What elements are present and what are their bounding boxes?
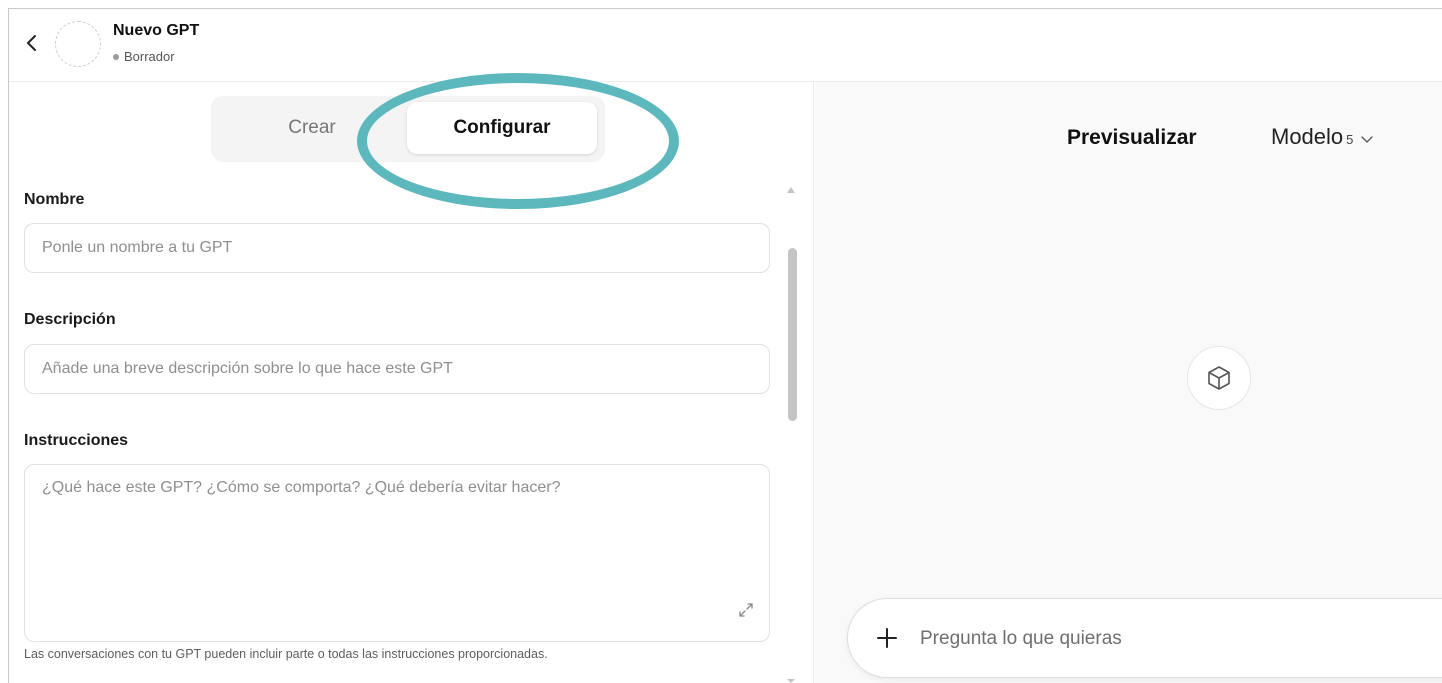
scrollbar-thumb[interactable] <box>788 248 797 421</box>
name-label: Nombre <box>24 191 85 208</box>
chevron-left-icon[interactable] <box>23 31 41 55</box>
preview-pane: Previsualizar Modelo 5 <box>815 82 1442 683</box>
plus-icon[interactable] <box>874 625 900 651</box>
gpt-editor-window: Nuevo GPT Borrador Crear Configurar Nomb… <box>8 8 1442 683</box>
chevron-down-icon <box>1361 136 1374 143</box>
preview-title: Previsualizar <box>1067 126 1197 149</box>
instructions-field[interactable] <box>24 464 770 642</box>
cube-icon <box>1208 366 1230 390</box>
scroll-down-arrow-icon[interactable] <box>786 678 796 683</box>
message-composer <box>847 598 1442 678</box>
model-selector[interactable]: Modelo 5 <box>1271 124 1374 150</box>
config-pane: Crear Configurar Nombre Descripción Inst… <box>9 73 814 683</box>
model-label: Modelo <box>1271 124 1344 149</box>
tab-configurar[interactable]: Configurar <box>407 102 597 154</box>
instructions-label: Instrucciones <box>24 432 129 449</box>
gpt-placeholder-avatar <box>1187 346 1251 410</box>
expand-icon[interactable] <box>736 600 756 620</box>
instructions-helper-text: Las conversaciones con tu GPT pueden inc… <box>24 647 548 661</box>
message-input[interactable] <box>920 617 1440 661</box>
draft-status: Borrador <box>113 49 175 64</box>
gpt-title: Nuevo GPT <box>113 22 200 39</box>
description-field[interactable] <box>24 344 770 394</box>
model-version: 5 <box>1346 132 1354 147</box>
status-label: Borrador <box>124 49 175 64</box>
scroll-up-arrow-icon[interactable] <box>786 185 796 195</box>
tab-crear[interactable]: Crear <box>217 102 407 154</box>
status-dot <box>113 53 119 60</box>
name-field[interactable] <box>24 223 770 273</box>
description-label: Descripción <box>24 311 116 328</box>
mode-tabs: Crear Configurar <box>211 96 605 162</box>
gpt-avatar[interactable] <box>55 21 101 67</box>
editor-header: Nuevo GPT Borrador <box>9 9 1442 82</box>
